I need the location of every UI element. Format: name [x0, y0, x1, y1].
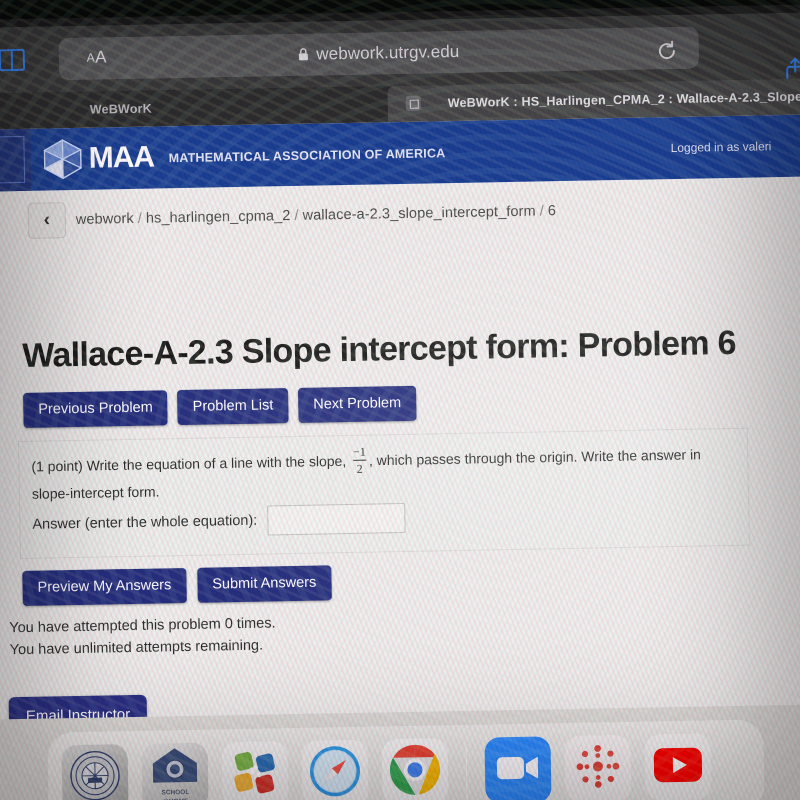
reload-icon[interactable] — [653, 37, 682, 66]
answer-input[interactable] — [267, 502, 406, 536]
text-size-large-a: A — [95, 47, 108, 67]
breadcrumb-separator: / — [539, 203, 544, 220]
slope-fraction: −1 2 — [352, 444, 366, 476]
breadcrumb-item-course[interactable]: hs_harlingen_cpma_2 — [146, 208, 291, 227]
next-problem-button[interactable]: Next Problem — [297, 385, 417, 423]
tab-label: WeBWorK — [89, 101, 153, 117]
chrome-icon — [387, 742, 442, 800]
safari-compass-icon — [307, 743, 362, 800]
close-icon[interactable] — [405, 95, 421, 111]
dock-separator — [465, 742, 468, 799]
breadcrumb-item-set[interactable]: wallace-a-2.3_slope_intercept_form — [302, 204, 535, 224]
maa-icosahedron-logo — [40, 138, 85, 181]
attempts-status: You have attempted this problem 0 times.… — [9, 612, 276, 661]
problem-points: (1 point) — [31, 457, 83, 475]
fraction-numerator: −1 — [352, 444, 366, 459]
lock-icon — [298, 46, 309, 66]
office-icon — [232, 749, 279, 800]
url-value: webwork.utrgv.edu — [316, 41, 460, 64]
school-seal-app[interactable] — [61, 744, 129, 800]
previous-problem-button[interactable]: Previous Problem — [23, 390, 169, 428]
school-home-icon — [152, 747, 199, 789]
breadcrumb-trail: webwork / hs_harlingen_cpma_2/wallace-a-2.… — [76, 203, 556, 228]
breadcrumb-item-problem[interactable]: 6 — [548, 203, 556, 219]
ipad-dock: SCHOOL @HOME — [47, 719, 765, 800]
answer-label: Answer (enter the whole equation): — [32, 512, 258, 533]
fraction-denominator: 2 — [356, 461, 363, 476]
safari-app[interactable] — [301, 739, 369, 800]
maa-brand-subtitle: MATHEMATICAL ASSOCIATION OF AMERICA — [168, 146, 446, 166]
chrome-app[interactable] — [381, 738, 449, 800]
youtube-app[interactable] — [644, 733, 712, 800]
header-left-block — [0, 128, 32, 192]
problem-panel: (1 point) Write the equation of a line w… — [17, 427, 750, 560]
video-camera-icon — [496, 753, 541, 787]
answer-row: Answer (enter the whole equation): — [32, 502, 406, 540]
fraction-bar — [353, 459, 366, 461]
school-seal-icon — [69, 749, 122, 800]
problem-text-before: Write the equation of a line with the sl… — [86, 452, 347, 474]
page-title: Wallace-A-2.3 Slope intercept form: Prob… — [21, 323, 737, 375]
submit-answers-button[interactable]: Submit Answers — [197, 565, 332, 603]
problem-nav-buttons: Previous Problem Problem List Next Probl… — [23, 385, 417, 428]
breadcrumb-separator: / — [294, 207, 299, 224]
problem-list-button[interactable]: Problem List — [177, 388, 289, 426]
address-bar[interactable]: webwork.utrgv.edu — [58, 26, 700, 81]
chevron-left-icon: ‹ — [43, 209, 51, 231]
attempts-line-2: You have unlimited attempts remaining. — [9, 637, 264, 659]
ipad-dock-area: SCHOOL @HOME — [0, 704, 800, 800]
url-text: webwork.utrgv.edu — [298, 41, 460, 66]
youtube-play-icon — [653, 746, 704, 788]
sidebar-book-icon[interactable] — [0, 48, 26, 72]
text-size-small-a: A — [86, 50, 96, 65]
breadcrumb-separator: / — [137, 210, 143, 227]
web-page: MAA MATHEMATICAL ASSOCIATION OF AMERICA … — [0, 114, 800, 730]
breadcrumb-item-webwork[interactable]: webwork — [76, 211, 134, 228]
text-size-button[interactable]: AA — [66, 36, 128, 79]
photo-of-ipad-screen: webwork.utrgv.edu AA WeBWorK WeBWorK: H… — [0, 0, 800, 800]
problem-text-after: , which passes through the origin. Write… — [31, 446, 702, 502]
school-at-home-app[interactable]: SCHOOL @HOME — [141, 742, 209, 800]
maa-brand: MAA — [88, 140, 155, 175]
ipad-screen: webwork.utrgv.edu AA WeBWorK WeBWorK: H… — [0, 4, 800, 800]
tab-label: WeBWorK : HS_Harlingen_CPMA_2 : Wallace-… — [447, 88, 800, 111]
preview-my-answers-button[interactable]: Preview My Answers — [22, 567, 187, 606]
submit-buttons: Preview My Answers Submit Answers — [22, 565, 332, 606]
back-button[interactable]: ‹ — [27, 202, 67, 239]
school-home-label-line1: SCHOOL — [161, 788, 190, 797]
problem-statement: (1 point) Write the equation of a line w… — [31, 441, 738, 506]
microsoft-office-app[interactable] — [221, 741, 289, 800]
zoom-app[interactable] — [484, 736, 552, 800]
logged-in-status: Logged in as valeri — [670, 139, 772, 156]
canvas-icon — [574, 742, 623, 796]
canvas-app[interactable] — [564, 734, 632, 800]
